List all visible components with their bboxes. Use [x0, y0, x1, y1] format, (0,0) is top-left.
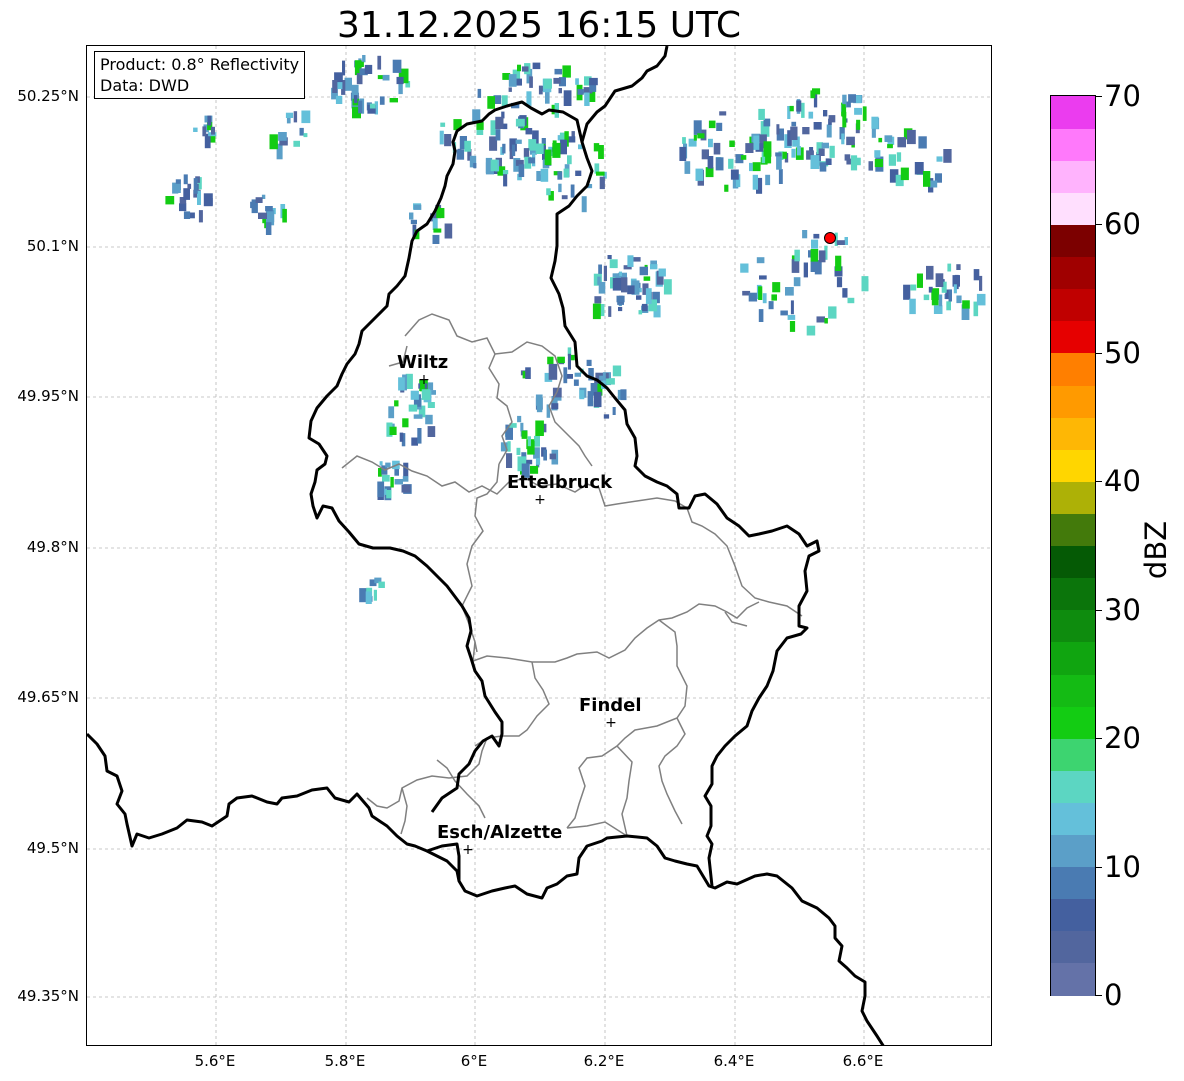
colorbar-segment: [1051, 898, 1095, 932]
data-source-label: Data: DWD: [100, 76, 190, 95]
colorbar-segment: [1051, 481, 1095, 514]
colorbar-tick-mark: [1096, 224, 1102, 226]
lon-label: 6.2°E: [583, 1052, 625, 1070]
product-info-box: Product: 0.8° Reflectivity Data: DWD: [94, 51, 306, 99]
colorbar-tick-mark: [1096, 481, 1102, 483]
colorbar-tick-label: 50: [1104, 335, 1141, 370]
colorbar-segment: [1051, 288, 1095, 322]
colorbar-segment: [1051, 352, 1095, 386]
map-title: 31.12.2025 16:15 UTC: [336, 5, 742, 46]
colorbar-segment: [1051, 770, 1095, 803]
lat-label: 50.25°N: [17, 87, 79, 105]
colorbar-tick-label: 40: [1104, 464, 1141, 499]
map-canvas: Wiltz + Ettelbruck + Findel + Esch/Alzet…: [87, 46, 991, 1045]
colorbar-segment: [1051, 384, 1095, 418]
colorbar-segment: [1051, 706, 1095, 739]
colorbar-segment: [1051, 962, 1095, 996]
city-esch-alzette: Esch/Alzette +: [437, 822, 562, 858]
lon-label: 6.6°E: [842, 1052, 884, 1070]
colorbar-segment: [1051, 449, 1095, 482]
colorbar-tick-mark: [1096, 96, 1102, 97]
radar-map: Wiltz + Ettelbruck + Findel + Esch/Alzet…: [86, 45, 992, 1046]
lon-label: 5.8°E: [324, 1052, 366, 1070]
colorbar-segment: [1051, 609, 1095, 643]
lon-label: 5.6°E: [194, 1052, 236, 1070]
colorbar-tick-label: 70: [1104, 79, 1141, 113]
colorbar-tick-label: 10: [1104, 849, 1141, 884]
lon-label: 6°E: [460, 1052, 488, 1070]
city-ettelbruck: Ettelbruck +: [507, 472, 613, 508]
city-label: Findel: [579, 695, 642, 716]
colorbar-segment: [1051, 224, 1095, 258]
colorbar-segment: [1051, 320, 1095, 354]
city-marker-icon: +: [605, 715, 617, 731]
colorbar-segment: [1051, 834, 1095, 868]
colorbar-segment: [1051, 738, 1095, 771]
colorbar-segment: [1051, 96, 1095, 129]
colorbar-label: dBZ: [1139, 520, 1173, 580]
radar-site-marker: [824, 232, 836, 244]
lat-label: 49.95°N: [17, 387, 79, 405]
colorbar-segment: [1051, 802, 1095, 836]
city-label: Wiltz: [397, 352, 448, 373]
lon-label: 6.4°E: [713, 1052, 755, 1070]
colorbar-tick-label: 30: [1104, 592, 1141, 627]
colorbar-segment: [1051, 160, 1095, 193]
colorbar-segment: [1051, 577, 1095, 611]
colorbar-tick-mark: [1096, 352, 1102, 354]
city-label: Ettelbruck: [507, 472, 613, 493]
colorbar-segment: [1051, 673, 1095, 707]
lat-label: 49.35°N: [17, 987, 79, 1005]
colorbar: [1050, 95, 1096, 996]
colorbar-tick-mark: [1096, 995, 1102, 996]
colorbar-tick-mark: [1096, 738, 1102, 740]
lat-label: 49.8°N: [26, 538, 79, 556]
city-findel: Findel +: [579, 695, 642, 731]
colorbar-segment: [1051, 866, 1095, 900]
city-label: Esch/Alzette: [437, 822, 562, 843]
colorbar-tick-mark: [1096, 866, 1102, 868]
colorbar-segment: [1051, 128, 1095, 161]
colorbar-segment: [1051, 513, 1095, 547]
city-marker-icon: +: [462, 842, 474, 858]
colorbar-segment: [1051, 641, 1095, 675]
colorbar-tick-label: 60: [1104, 207, 1141, 242]
colorbar-segment: [1051, 192, 1095, 226]
colorbar-segment: [1051, 256, 1095, 290]
lat-label: 49.65°N: [17, 688, 79, 706]
colorbar-tick-mark: [1096, 609, 1102, 611]
colorbar-tick-label: 20: [1104, 721, 1141, 756]
colorbar-segment: [1051, 545, 1095, 579]
colorbar-segment: [1051, 417, 1095, 450]
radar-echoes: [165, 55, 986, 604]
colorbar-segment: [1051, 930, 1095, 964]
product-label: Product: 0.8° Reflectivity: [100, 55, 300, 74]
lat-label: 49.5°N: [26, 839, 79, 857]
colorbar-tick-label: 0: [1104, 978, 1123, 1012]
lat-label: 50.1°N: [26, 237, 79, 255]
city-marker-icon: +: [418, 372, 430, 388]
city-marker-icon: +: [534, 492, 546, 508]
